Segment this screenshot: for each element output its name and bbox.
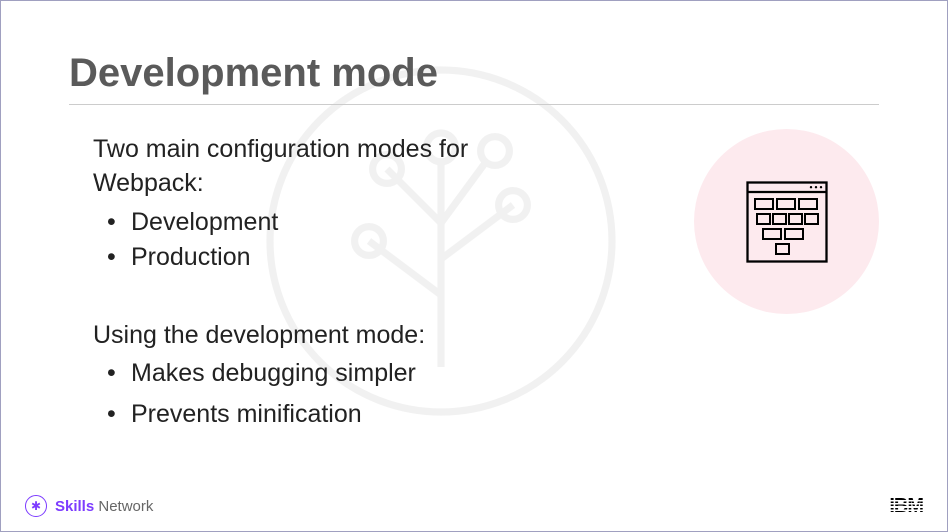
brand-rest: Network (94, 498, 153, 515)
section1-intro: Two main configuration modes for Webpack… (93, 133, 549, 201)
brand-bold: Skills (55, 498, 94, 515)
section2-intro: Using the development mode: (93, 319, 549, 353)
slide: Development mode Two main configuration … (1, 1, 947, 531)
network-badge-icon: ✱ (25, 495, 47, 517)
list-item: Development (107, 205, 549, 240)
section2-list: Makes debugging simpler Prevents minific… (107, 356, 549, 432)
footer-brand-left: ✱ Skills Network (25, 495, 153, 517)
footer-brand-text: Skills Network (55, 498, 153, 515)
slide-content: Two main configuration modes for Webpack… (69, 133, 549, 432)
section1-list: Development Production (107, 205, 549, 275)
browser-grid-icon (746, 181, 828, 263)
decorative-circle (694, 129, 879, 314)
ibm-logo: IBM (889, 495, 923, 518)
list-item: Makes debugging simpler (107, 356, 549, 391)
footer: ✱ Skills Network IBM (1, 491, 947, 531)
list-item: Production (107, 240, 549, 275)
slide-title: Development mode (69, 51, 879, 105)
list-item: Prevents minification (107, 397, 549, 432)
